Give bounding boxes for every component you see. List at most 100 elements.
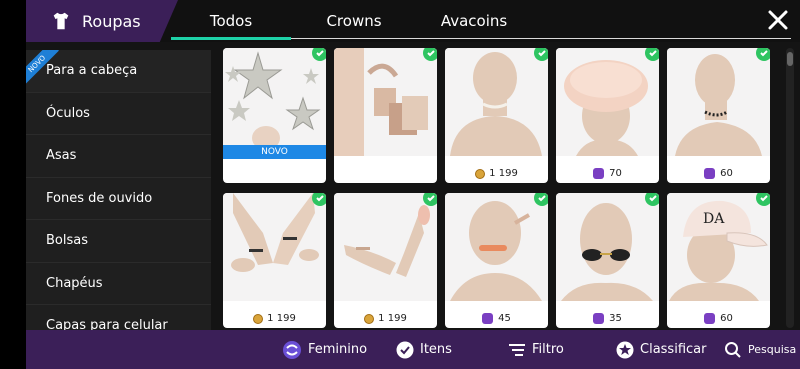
- star-circle-icon: [616, 341, 634, 358]
- filter-button[interactable]: Filtro: [508, 330, 564, 369]
- sidebar-item-oculos[interactable]: Óculos: [26, 92, 211, 135]
- close-icon[interactable]: [766, 8, 790, 32]
- price-value: 35: [609, 313, 622, 324]
- items-label: Itens: [420, 342, 452, 357]
- sidebar-item-label: Chapéus: [46, 275, 103, 291]
- mannequin-image: [445, 48, 548, 156]
- gender-toggle-button[interactable]: Feminino: [282, 330, 367, 369]
- check-icon: [423, 193, 437, 206]
- sidebar-item-asas[interactable]: Asas: [26, 135, 211, 178]
- item-card-pacifier-face[interactable]: 45: [445, 193, 548, 328]
- check-icon: [756, 48, 770, 61]
- hands-image: [334, 193, 437, 301]
- mannequin-image: [556, 193, 659, 301]
- check-circle-icon: [396, 341, 414, 358]
- tab-avacoins[interactable]: Avacoins: [414, 0, 534, 42]
- sort-label: Classificar: [640, 342, 707, 357]
- crown-icon: [704, 313, 716, 324]
- gender-label: Feminino: [308, 342, 368, 357]
- sidebar-item-label: Óculos: [46, 105, 90, 121]
- gender-swap-icon: [283, 340, 301, 359]
- price-value: 60: [720, 168, 733, 179]
- item-card-fur-headband[interactable]: 70: [556, 48, 659, 183]
- filter-label: Filtro: [532, 342, 564, 357]
- price-label: 45: [445, 313, 548, 324]
- price-value: 1 199: [489, 168, 518, 179]
- sidebar-item-bolsas[interactable]: Bolsas: [26, 220, 211, 263]
- item-card-bracelets-open-hands[interactable]: 1 199: [334, 193, 437, 328]
- mannequin-image: [445, 193, 548, 301]
- crown-icon: [593, 168, 605, 179]
- stars-image: [223, 48, 326, 156]
- tab-label: Avacoins: [440, 12, 508, 30]
- item-card-cap[interactable]: DA 60: [667, 193, 770, 328]
- check-icon: [312, 193, 326, 206]
- new-label: NOVO: [223, 145, 326, 159]
- price-label: 1 199: [223, 313, 326, 324]
- sidebar-item-capas-para-celular[interactable]: Capas para celular: [26, 305, 211, 330]
- check-icon: [312, 48, 326, 61]
- mannequin-image: [667, 48, 770, 156]
- sidebar-item-label: Fones de ouvido: [46, 190, 153, 206]
- sidebar-item-label: Capas para celular: [46, 318, 168, 330]
- item-card-shopping-bags[interactable]: [334, 48, 437, 183]
- check-icon: [534, 193, 548, 206]
- category-title-label: Roupas: [82, 11, 141, 31]
- price-value: 60: [720, 313, 733, 324]
- item-card-bracelets-crossed-arms[interactable]: 1 199: [223, 193, 326, 328]
- tab-crowns[interactable]: Crowns: [294, 0, 414, 42]
- price-label: 35: [556, 313, 659, 324]
- scrollbar[interactable]: [786, 48, 794, 328]
- avacoin-icon: [364, 313, 375, 324]
- check-icon: [645, 193, 659, 206]
- bags-image: [334, 48, 437, 156]
- avacoin-icon: [475, 168, 486, 179]
- mannequin-image: DA: [667, 193, 770, 301]
- tab-todos[interactable]: Todos: [171, 0, 291, 42]
- tab-label: Todos: [209, 12, 253, 30]
- check-icon: [756, 193, 770, 206]
- price-value: 1 199: [267, 313, 296, 324]
- sidebar-item-label: Bolsas: [46, 233, 88, 249]
- category-title: Roupas: [26, 0, 178, 42]
- shirt-icon: [53, 12, 69, 30]
- sidebar-item-label: Para a cabeça: [46, 63, 138, 79]
- price-value: 45: [498, 313, 511, 324]
- sidebar-item-label: Asas: [46, 148, 77, 164]
- check-icon: [534, 48, 548, 61]
- item-grid: NOVO 1 199 70 60 1 199 1 199 45 35 DA 60: [222, 48, 778, 330]
- price-label: 60: [667, 313, 770, 324]
- bottom-toolbar: Feminino Itens Filtro Classificar Pesqui…: [26, 330, 800, 369]
- tab-divider: [291, 38, 791, 39]
- price-value: 70: [609, 168, 622, 179]
- filter-icon: [509, 343, 525, 356]
- item-card-sunglasses[interactable]: 35: [556, 193, 659, 328]
- app-frame: Roupas Todos Crowns Avacoins NOVO Para a…: [26, 0, 800, 369]
- price-label: 1 199: [334, 313, 437, 324]
- crown-icon: [704, 168, 716, 179]
- tab-label: Crowns: [326, 12, 382, 30]
- arms-image: [223, 193, 326, 301]
- scroll-thumb[interactable]: [787, 52, 793, 66]
- search-button[interactable]: Pesquisa: [724, 330, 796, 369]
- mannequin-image: [556, 48, 659, 156]
- items-button[interactable]: Itens: [396, 330, 452, 369]
- price-label: 60: [667, 168, 770, 179]
- category-sidebar: NOVO Para a cabeça Óculos Asas Fones de …: [26, 50, 211, 330]
- tab-bar: Todos Crowns Avacoins: [171, 0, 791, 42]
- sidebar-item-fones-de-ouvido[interactable]: Fones de ouvido: [26, 177, 211, 220]
- search-icon: [725, 341, 741, 358]
- sidebar-item-para-a-cabeca[interactable]: Para a cabeça: [26, 50, 211, 93]
- header: Roupas Todos Crowns Avacoins: [26, 0, 800, 42]
- price-label: 70: [556, 168, 659, 179]
- item-card-beaded-choker[interactable]: 60: [667, 48, 770, 183]
- check-icon: [423, 48, 437, 61]
- item-card-choker-necklace[interactable]: 1 199: [445, 48, 548, 183]
- crown-icon: [482, 313, 494, 324]
- sort-button[interactable]: Classificar: [616, 330, 706, 369]
- price-label: 1 199: [445, 168, 548, 179]
- svg-text:DA: DA: [703, 211, 725, 227]
- sidebar-item-chapeus[interactable]: Chapéus: [26, 262, 211, 305]
- price-value: 1 199: [378, 313, 407, 324]
- item-card-stars[interactable]: NOVO: [223, 48, 326, 183]
